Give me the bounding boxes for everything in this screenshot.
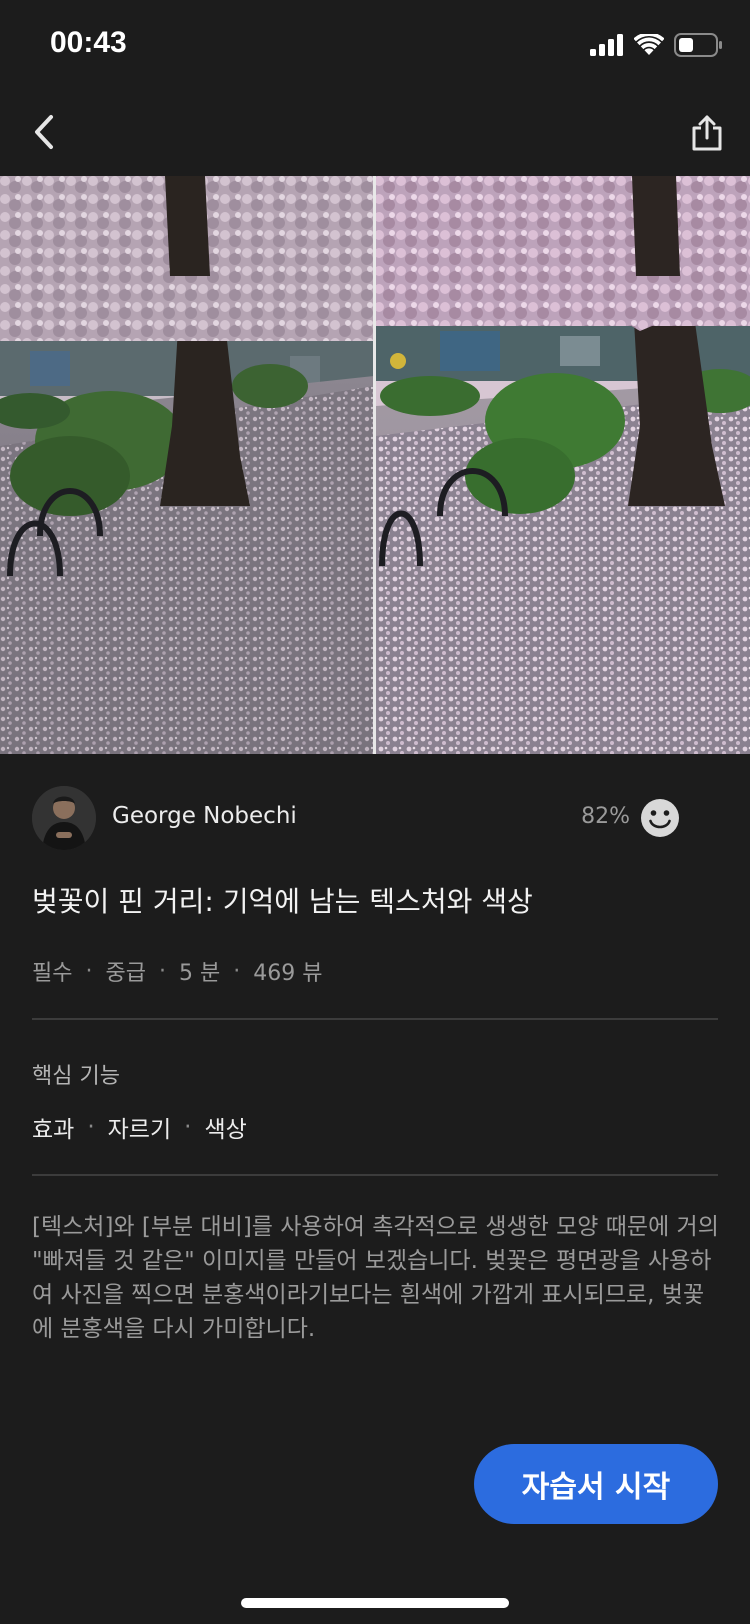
cherry-blossom-photo bbox=[0, 176, 750, 754]
meta-views: 469 뷰 bbox=[253, 961, 323, 986]
meta-category: 필수 bbox=[32, 961, 73, 986]
share-button[interactable] bbox=[682, 108, 732, 158]
rating-percentage: 82% bbox=[581, 804, 630, 829]
key-features-list: 효과 · 자르기 · 색상 bbox=[32, 1110, 247, 1144]
avatar[interactable] bbox=[32, 786, 96, 850]
start-tutorial-button[interactable]: 자습서 시작 bbox=[474, 1444, 718, 1524]
divider bbox=[32, 1174, 718, 1176]
author-row: George Nobechi 82% bbox=[32, 786, 718, 852]
status-time: 00:43 bbox=[50, 26, 127, 59]
tutorial-title: 벚꽃이 핀 거리: 기억에 남는 텍스처와 색상 bbox=[32, 885, 533, 918]
battery-icon bbox=[674, 33, 722, 57]
home-indicator[interactable] bbox=[241, 1598, 509, 1608]
key-feature-item: 자르기 bbox=[107, 1117, 172, 1143]
meta-level: 중급 bbox=[105, 961, 146, 986]
share-icon bbox=[692, 115, 722, 151]
author-avatar-image bbox=[32, 786, 96, 850]
key-feature-separator: · bbox=[184, 1114, 192, 1140]
author-name[interactable]: George Nobechi bbox=[112, 803, 297, 829]
after-photo bbox=[376, 176, 750, 754]
cellular-signal-icon bbox=[590, 34, 623, 56]
wifi-icon bbox=[634, 34, 664, 55]
key-feature-separator: · bbox=[87, 1114, 95, 1140]
chevron-left-icon bbox=[35, 115, 53, 149]
smiley-icon[interactable] bbox=[640, 798, 680, 838]
meta-separator: · bbox=[158, 958, 166, 984]
status-bar: 00:43 bbox=[0, 0, 750, 90]
meta-separator: · bbox=[85, 958, 93, 984]
before-photo bbox=[0, 176, 374, 754]
meta-duration: 5 분 bbox=[178, 961, 221, 986]
before-after-divider[interactable] bbox=[373, 176, 376, 754]
tutorial-description: [텍스처]와 [부분 대비]를 사용하여 촉각적으로 생생한 모양 때문에 거의… bbox=[32, 1214, 719, 1342]
key-feature-item: 색상 bbox=[204, 1117, 247, 1143]
key-feature-item: 효과 bbox=[32, 1117, 75, 1143]
hero-before-after-image[interactable] bbox=[0, 176, 750, 754]
key-features-label: 핵심 기능 bbox=[32, 1064, 120, 1089]
tutorial-meta: 필수 · 중급 · 5 분 · 469 뷰 bbox=[32, 955, 322, 987]
back-button[interactable] bbox=[20, 106, 68, 158]
nav-bar bbox=[0, 96, 750, 168]
status-icons bbox=[590, 30, 724, 60]
meta-separator: · bbox=[233, 958, 241, 984]
divider bbox=[32, 1018, 718, 1020]
